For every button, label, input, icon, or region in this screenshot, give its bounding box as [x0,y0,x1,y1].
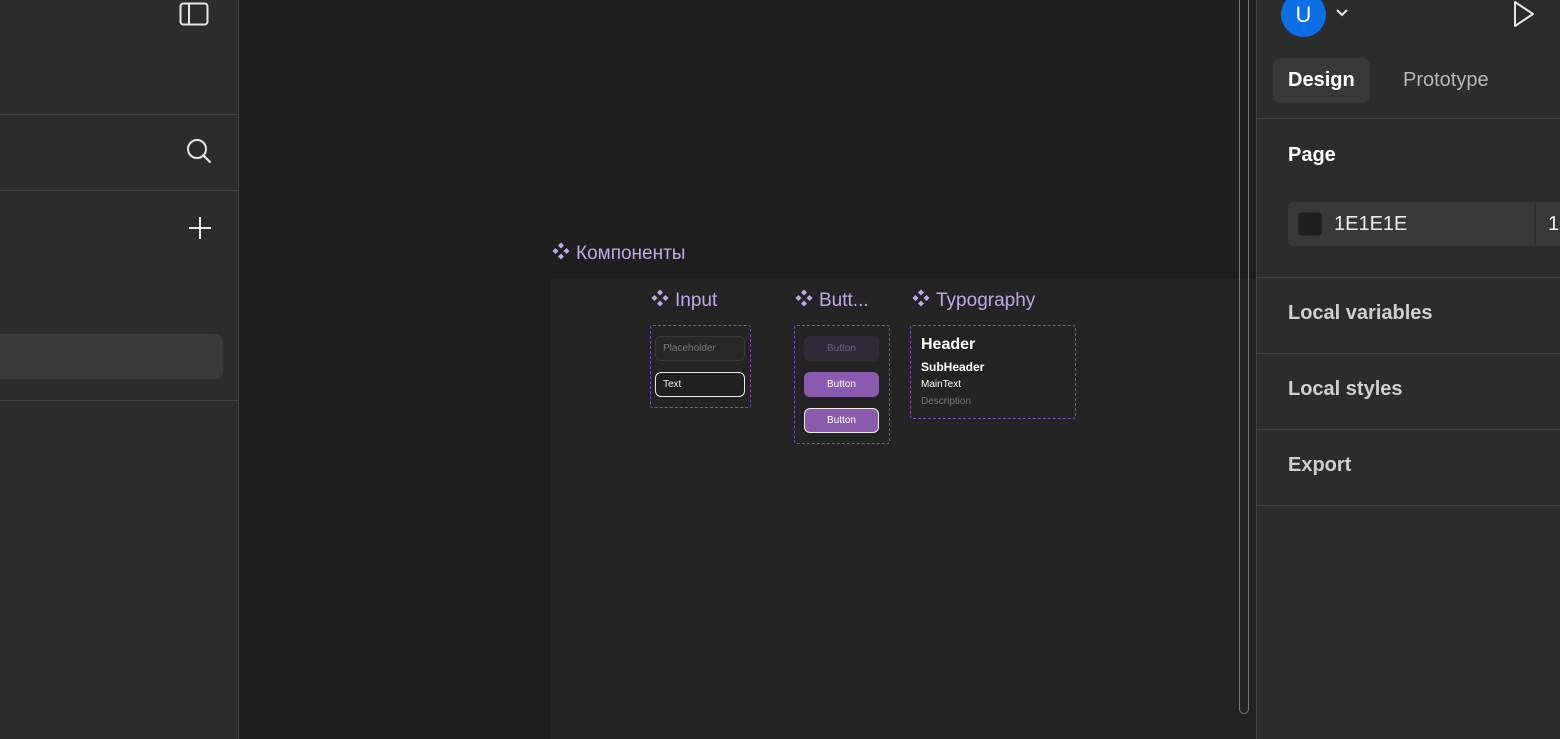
local-styles-section[interactable]: Local styles [1288,378,1403,401]
frame-title[interactable]: Компоненты [552,242,685,266]
component-set-icon [651,289,669,313]
button-disabled-variant[interactable]: Button [804,336,879,361]
divider [1257,429,1560,430]
divider [0,114,239,115]
canvas-scrollbar[interactable] [1239,0,1249,714]
divider [0,400,239,401]
input-placeholder-variant[interactable]: Placeholder [655,336,745,361]
input-text-variant[interactable]: Text [655,372,745,397]
play-icon[interactable] [1509,0,1539,28]
typography-description[interactable]: Description [921,396,971,407]
divider [1257,505,1560,506]
divider [1257,118,1560,119]
selected-page-row[interactable] [0,334,223,379]
layers-panel [0,0,239,739]
plus-icon[interactable] [186,214,214,242]
button-primary-variant[interactable]: Button [804,372,879,397]
local-variables-section[interactable]: Local variables [1288,302,1433,325]
page-section-title: Page [1288,144,1336,166]
properties-panel: U Design Prototype Page 1E1E1E 100 Local… [1256,0,1560,739]
typography-maintext[interactable]: MainText [921,379,961,390]
divider [1257,353,1560,354]
component-set-icon [795,289,813,313]
button-focused-variant[interactable]: Button [804,408,879,433]
typography-subheader[interactable]: SubHeader [921,360,984,374]
search-icon[interactable] [184,136,214,166]
sidebar-toggle-icon[interactable] [177,0,211,28]
button-component-label[interactable]: Butt... [795,289,869,313]
typography-component-label[interactable]: Typography [912,289,1035,313]
tab-prototype[interactable]: Prototype [1388,58,1504,103]
canvas[interactable]: Компоненты Input Placeholder Text Butt..… [240,0,1256,739]
export-section[interactable]: Export [1288,454,1351,477]
chevron-down-icon[interactable] [1333,4,1351,22]
avatar[interactable]: U [1281,0,1326,37]
input-component-label[interactable]: Input [651,289,717,313]
divider [1257,277,1560,278]
component-set-icon [912,289,930,313]
frame-title-text: Компоненты [576,243,686,264]
page-color-hex[interactable]: 1E1E1E [1334,213,1407,236]
tab-design[interactable]: Design [1273,58,1370,103]
page-color-field[interactable]: 1E1E1E [1288,202,1534,246]
page-opacity-field[interactable]: 100 [1536,202,1560,246]
divider [0,190,239,191]
typography-header[interactable]: Header [921,336,975,354]
color-swatch[interactable] [1298,212,1322,236]
component-set-icon [552,242,570,266]
